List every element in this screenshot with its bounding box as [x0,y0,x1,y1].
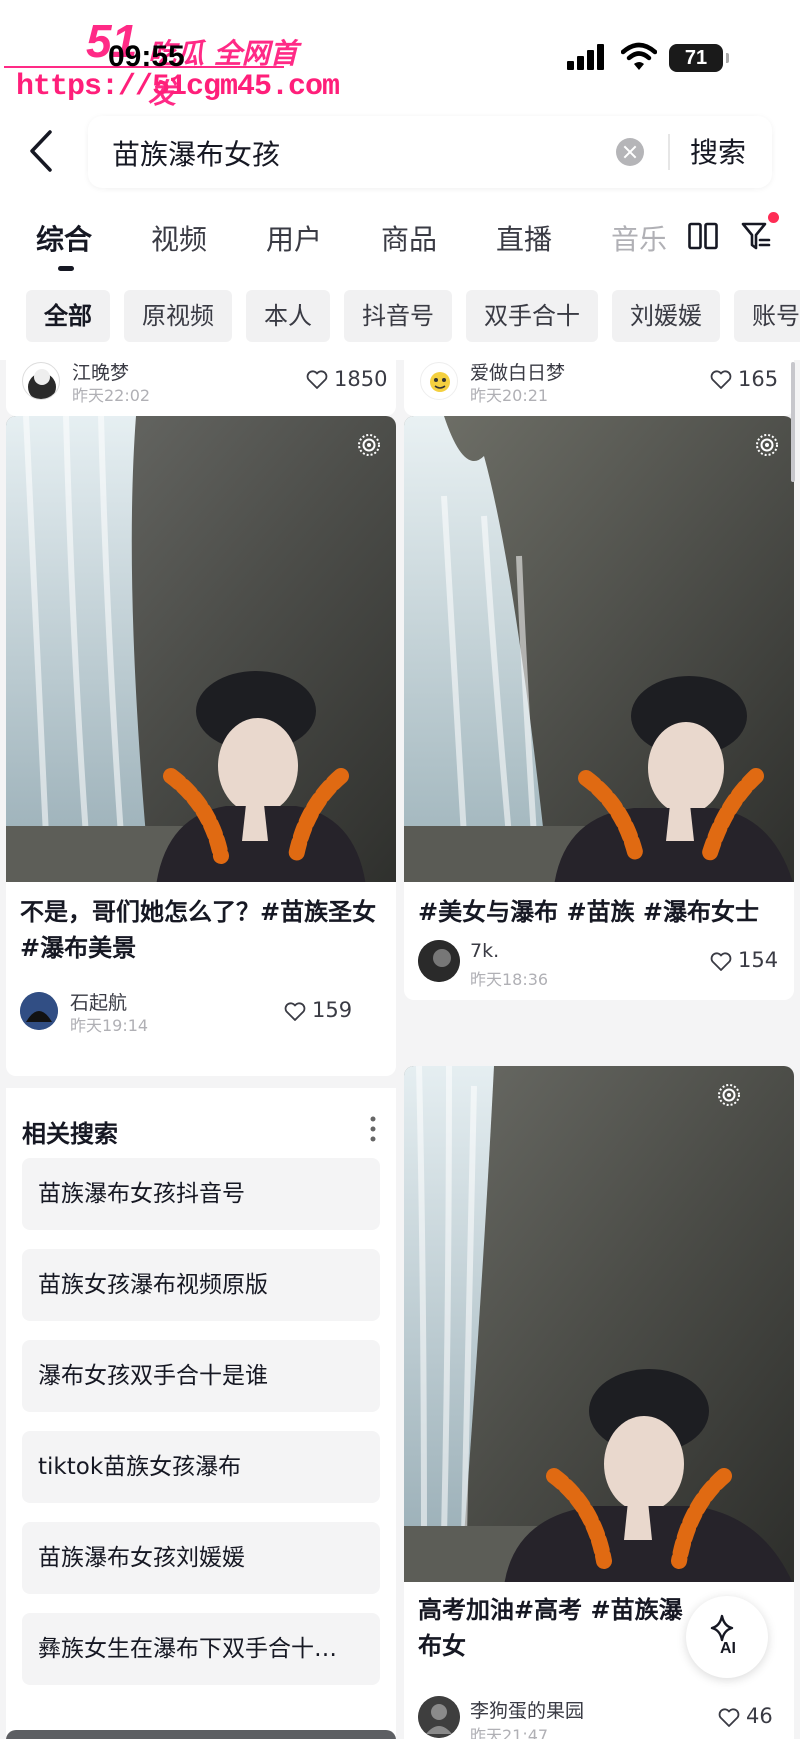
tab-music[interactable]: 音乐 [611,218,667,258]
tab-live[interactable]: 直播 [496,218,552,258]
chip-praying-hands[interactable]: 双手合十 [466,290,598,342]
related-item[interactable]: 苗族瀑布女孩刘媛媛 [22,1522,380,1594]
signal-icon [567,44,607,70]
live-photo-icon [358,434,380,456]
chip-self[interactable]: 本人 [246,290,330,342]
search-divider [668,134,670,170]
heart-icon[interactable] [718,1708,740,1728]
video-thumbnail[interactable] [404,416,794,882]
like-count: 159 [312,998,353,1022]
heart-icon[interactable] [710,952,732,972]
like-count: 1850 [334,367,388,391]
search-button[interactable]: 搜索 [690,131,746,171]
ai-assistant-button[interactable]: AI [686,1596,768,1678]
video-caption[interactable]: 高考加油#高考 #苗族瀑布女 [418,1592,698,1664]
filter-icon[interactable] [740,220,772,252]
related-item[interactable]: tiktok苗族女孩瀑布 [22,1431,380,1503]
post-date: 昨天21:47 [470,1726,549,1739]
status-time: 09:55 [108,40,185,73]
scrollbar[interactable] [791,362,795,482]
avatar[interactable] [20,992,58,1030]
video-caption[interactable]: 不是，哥们她怎么了？#苗族圣女 #瀑布美景 [20,894,380,966]
ai-label: AI [720,1640,736,1657]
partial-card-left[interactable]: 江晚梦 昨天22:02 1850 [6,360,396,416]
related-title: 相关搜索 [22,1120,118,1148]
video-thumbnail[interactable] [404,1066,794,1582]
avatar [420,362,458,400]
layout-toggle-icon[interactable] [688,222,718,250]
back-icon[interactable] [26,128,56,174]
like-count: 154 [738,948,779,972]
heart-icon[interactable] [306,370,328,390]
avatar [22,362,60,400]
avatar[interactable] [418,1696,460,1738]
tab-indicator [58,266,74,271]
post-date: 昨天18:36 [470,970,549,989]
like-count: 165 [738,367,779,391]
live-photo-icon [718,1084,740,1106]
author-name[interactable]: 7k. [470,940,499,962]
heart-icon[interactable] [710,370,732,390]
partial-card-right[interactable]: 爱做白日梦 昨天20:21 165 [404,360,794,416]
video-card[interactable]: 不是，哥们她怎么了？#苗族圣女 #瀑布美景 石起航 昨天19:14 159 [6,416,396,1076]
next-video-card[interactable] [6,1730,396,1739]
heart-icon[interactable] [284,1002,306,1022]
wifi-icon [621,42,657,70]
video-card[interactable]: #美女与瀑布 #苗族 #瀑布女士 7k. 昨天18:36 154 [404,416,794,1000]
like-count: 46 [746,1704,773,1728]
chip-account[interactable]: 账号 [734,290,800,342]
tab-product[interactable]: 商品 [381,218,437,258]
chip-all[interactable]: 全部 [26,290,110,342]
post-date: 昨天22:02 [72,386,151,405]
video-thumbnail[interactable] [6,416,396,882]
result-tabs: 综合 视频 用户 商品 直播 音乐 [0,212,800,272]
results-feed: 江晚梦 昨天22:02 1850 爱做白日梦 昨天20:21 165 不是，哥们… [0,360,800,1739]
tab-general[interactable]: 综合 [36,218,92,258]
clear-icon[interactable] [616,138,644,166]
related-item[interactable]: 苗族瀑布女孩抖音号 [22,1158,380,1230]
related-item[interactable]: 苗族女孩瀑布视频原版 [22,1249,380,1321]
chip-liu-yuanyuan[interactable]: 刘媛媛 [612,290,720,342]
search-bar[interactable]: 苗族瀑布女孩 搜索 [88,116,772,188]
filter-badge [768,212,779,223]
video-caption[interactable]: #美女与瀑布 #苗族 #瀑布女士 [418,894,778,930]
more-icon[interactable] [370,1116,376,1142]
live-photo-icon [756,434,778,456]
related-item[interactable]: 彝族女生在瀑布下双手合十… [22,1613,380,1685]
chip-original[interactable]: 原视频 [124,290,232,342]
search-input[interactable]: 苗族瀑布女孩 [112,133,280,173]
post-date: 昨天19:14 [70,1016,149,1035]
related-item[interactable]: 瀑布女孩双手合十是谁 [22,1340,380,1412]
related-searches: 相关搜索 苗族瀑布女孩抖音号 苗族女孩瀑布视频原版 瀑布女孩双手合十是谁 tik… [6,1088,396,1739]
author-name[interactable]: 石起航 [70,988,127,1015]
author-name[interactable]: 李狗蛋的果园 [470,1696,584,1723]
post-date: 昨天20:21 [470,386,549,405]
battery-icon: 71 [669,44,729,72]
tab-video[interactable]: 视频 [151,218,207,258]
filter-chips: 全部 原视频 本人 抖音号 双手合十 刘媛媛 账号 [0,290,800,344]
avatar[interactable] [418,940,460,982]
tab-user[interactable]: 用户 [266,218,322,258]
chip-douyin-id[interactable]: 抖音号 [344,290,452,342]
status-bar: 09:55 71 [0,0,800,110]
